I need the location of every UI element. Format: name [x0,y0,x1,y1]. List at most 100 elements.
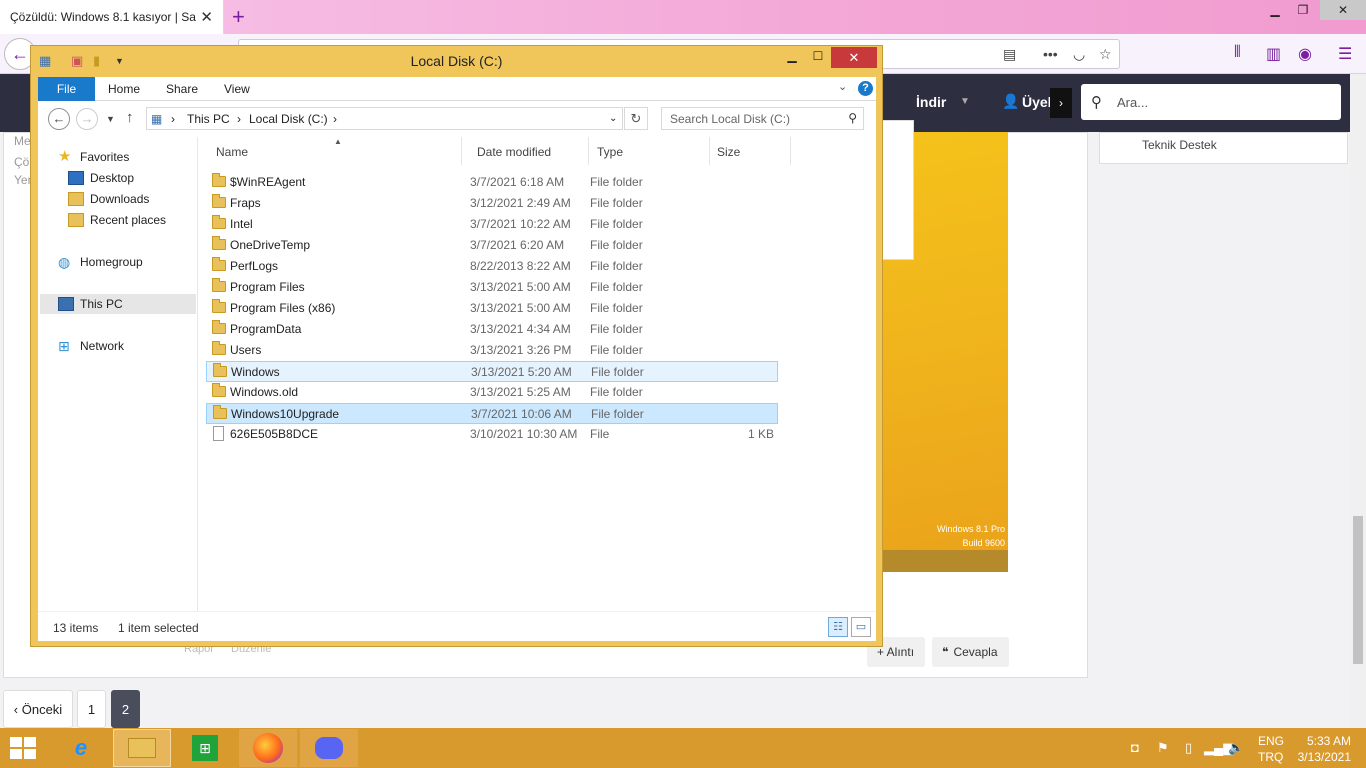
nav-this-pc[interactable]: This PC [40,294,196,314]
forward-button[interactable]: → [76,108,98,130]
column-name[interactable]: Name [216,145,248,159]
column-divider[interactable] [461,137,462,165]
back-arrow-icon: ← [11,43,29,64]
file-row[interactable]: Windows10Upgrade 3/7/2021 10:06 AM File fo… [206,403,778,424]
folder-icon [212,299,226,313]
pager-page-2[interactable]: 2 [111,690,140,728]
breadcrumb-local-disk[interactable]: Local Disk (C:) [249,112,328,126]
file-row[interactable]: Fraps 3/12/2021 2:49 AM File folder [206,193,778,214]
library-icon[interactable]: ⫴ [1234,44,1241,62]
file-explorer-taskbar[interactable] [113,729,171,767]
store-taskbar[interactable]: ⊞ [176,729,234,767]
language-indicator[interactable]: ENG TRQ [1258,733,1284,765]
file-row[interactable]: PerfLogs 8/22/2013 8:22 AM File folder [206,256,778,277]
explorer-close-button[interactable]: ✕ [831,47,877,68]
file-name: ProgramData [230,322,302,336]
help-icon[interactable]: ? [858,81,873,96]
file-type: File folder [590,322,643,336]
file-row[interactable]: ProgramData 3/13/2021 4:34 AM File folder [206,319,778,340]
nav-homegroup[interactable]: ◍ Homegroup [58,252,143,272]
flag-icon[interactable]: ⚑ [1157,740,1169,756]
sidebar-icon[interactable]: ▥ [1266,44,1281,64]
clock[interactable]: 5:33 AM 3/13/2021 [1283,733,1351,765]
taskbar: e ⊞ ◘ ⚑ ▯ ▂▄▆ 🔈 ENG TRQ 5:33 AM 3/13/202… [0,728,1366,768]
nav-downloads[interactable]: Downloads [68,189,149,209]
this-pc-icon [58,297,74,311]
nav-recent-places[interactable]: Recent places [68,210,166,230]
internet-explorer-icon[interactable]: e [52,729,110,767]
explorer-title-bar[interactable]: ▦ ▣ ▮ ▼ Local Disk (C:) ▁ ☐ ✕ [31,46,882,76]
chevron-right-icon: › [171,112,175,126]
file-row[interactable]: Program Files (x86) 3/13/2021 5:00 AM File… [206,298,778,319]
discord-tray-icon[interactable]: ◘ [1131,740,1139,755]
page-scrollbar[interactable] [1350,74,1366,728]
battery-icon[interactable]: ▯ [1185,740,1192,756]
file-row[interactable]: Intel 3/7/2021 10:22 AM File folder [206,214,778,235]
chevron-right-icon[interactable]: › [1050,88,1072,118]
column-divider[interactable] [588,137,589,165]
column-date-modified[interactable]: Date modified [477,145,551,159]
refresh-button[interactable]: ↻ [624,107,648,130]
recent-locations-icon[interactable]: ▼ [106,114,115,124]
address-bar[interactable]: ▦ › This PC › Local Disk (C:) › ⌄ [146,107,623,130]
side-card[interactable]: Teknik Destek [1099,132,1348,164]
reply-button[interactable]: ❝ Cevapla [932,637,1009,667]
up-button[interactable]: ↑ [126,109,134,126]
page-actions-icon[interactable]: ••• [1043,46,1058,62]
downloads-folder-icon [68,192,84,206]
discord-taskbar[interactable] [300,729,358,767]
firefox-taskbar[interactable] [239,729,297,767]
new-tab-button[interactable]: + [232,4,245,30]
tab-home[interactable]: Home [108,77,140,101]
column-divider[interactable] [790,137,791,165]
file-row[interactable]: $WinREAgent 3/7/2021 6:18 AM File folder [206,172,778,193]
network-icon: ⊞ [58,338,70,354]
pager-prev[interactable]: ‹ Önceki [3,690,73,728]
file-row[interactable]: OneDriveTemp 3/7/2021 6:20 AM File folder [206,235,778,256]
bookmark-star-icon[interactable]: ☆ [1099,46,1112,63]
back-button[interactable]: ← [48,108,70,130]
desktop-icon [68,171,84,185]
column-size[interactable]: Size [717,145,740,159]
reader-view-icon[interactable]: ▤ [1003,46,1016,63]
tab-view[interactable]: View [224,77,250,101]
pager-page-1[interactable]: 1 [77,690,106,728]
tab-share[interactable]: Share [166,77,198,101]
breadcrumb-this-pc[interactable]: This PC [187,112,230,126]
file-row[interactable]: Users 3/13/2021 3:26 PM File folder [206,340,778,361]
explorer-minimize-button[interactable]: ▁ [779,49,805,69]
column-divider[interactable] [709,137,710,165]
nav-desktop[interactable]: Desktop [68,168,134,188]
nav-favorites[interactable]: ★ Favorites [58,147,129,167]
search-box[interactable]: Search Local Disk (C:) ⚲ [661,107,864,130]
pocket-icon[interactable]: ◡ [1073,46,1085,63]
account-icon[interactable]: ◉ [1298,44,1312,64]
file-row[interactable]: Windows 3/13/2021 5:20 AM File folder [206,361,778,382]
start-button[interactable] [10,737,38,761]
explorer-maximize-button[interactable]: ☐ [805,49,831,69]
details-view-button[interactable]: ☷ [828,617,848,637]
file-row[interactable]: Windows.old 3/13/2021 5:25 AM File folder [206,382,778,403]
file-name: Users [230,343,262,357]
address-dropdown-icon[interactable]: ⌄ [609,113,617,124]
site-search[interactable]: ⚲ Ara... [1081,84,1341,120]
volume-icon[interactable]: 🔈 [1228,740,1244,756]
file-type: File folder [590,301,643,315]
nav-network[interactable]: ⊞ Network [58,336,124,356]
browser-tab[interactable]: Çözüldü: Windows 8.1 kasıyor | Sayfa ✕ [0,0,224,34]
menu-icon[interactable]: ☰ [1338,44,1352,64]
file-row[interactable]: 626E505B8DCE 3/10/2021 10:30 AM File 1 KB [206,424,778,445]
member-link[interactable]: Üyel [1022,94,1052,110]
expand-ribbon-icon[interactable]: ⌄ [838,80,847,93]
file-row[interactable]: Program Files 3/13/2021 5:00 AM File folde… [206,277,778,298]
selection-count: 1 item selected [118,621,199,635]
browser-close-button[interactable]: ✕ [1320,0,1366,20]
browser-maximize-button[interactable]: ❐ [1284,0,1322,20]
tab-close-icon[interactable]: ✕ [200,8,213,26]
scrollbar-thumb[interactable] [1353,516,1363,664]
column-type[interactable]: Type [597,145,623,159]
download-link[interactable]: İndir [916,94,946,110]
tab-file[interactable]: File [38,77,95,101]
file-name: Windows [231,365,280,379]
large-icons-view-button[interactable]: ▭ [851,617,871,637]
